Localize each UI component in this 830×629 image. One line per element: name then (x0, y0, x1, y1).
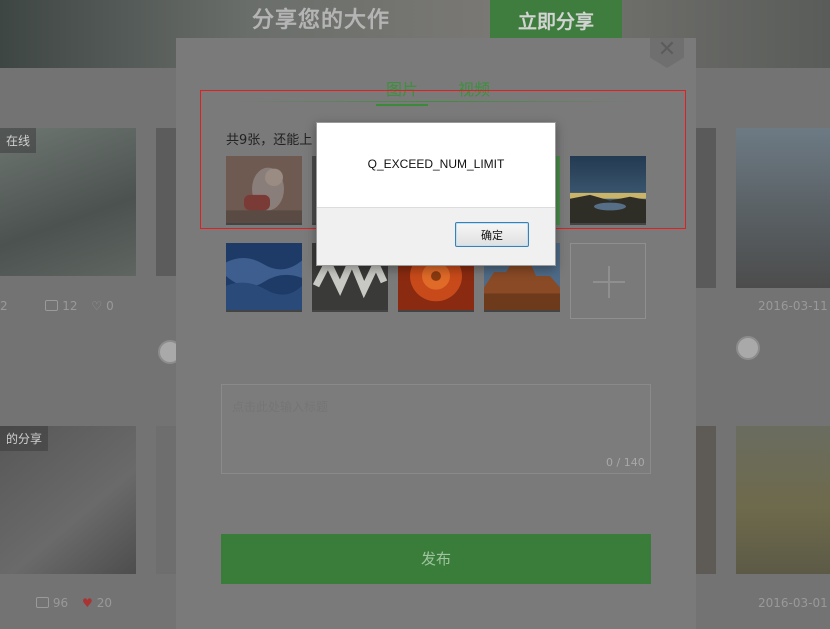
char-count: 0 / 140 (606, 456, 645, 469)
photo-thumbnail[interactable] (226, 243, 302, 312)
gallery-card[interactable]: 的分享 (0, 426, 136, 574)
ok-button[interactable]: 确定 (455, 222, 529, 247)
add-photo-button[interactable] (570, 243, 646, 319)
gallery-card[interactable] (696, 128, 716, 288)
comment-icon (35, 597, 49, 608)
alert-dialog: Q_EXCEED_NUM_LIMIT 确定 (316, 122, 556, 266)
gallery-card[interactable]: 在线 (0, 128, 136, 276)
title-input[interactable] (221, 384, 651, 474)
alert-footer: 确定 (317, 207, 555, 265)
gallery-card[interactable] (156, 128, 176, 276)
heart-icon[interactable]: ♡ (91, 299, 102, 313)
alert-message: Q_EXCEED_NUM_LIMIT (367, 157, 505, 171)
card-date: 2016-03-01 (758, 596, 828, 610)
publish-button[interactable]: 发布 (221, 534, 651, 584)
close-icon[interactable]: ✕ (650, 38, 684, 68)
card-date: 2016-03-11 (758, 299, 828, 313)
card-meta: 2 12 ♡ 0 (0, 299, 114, 313)
comment-icon (45, 300, 59, 311)
header-title: 分享您的大作 (252, 8, 391, 33)
share-now-button[interactable]: 立即分享 (490, 0, 622, 42)
gallery-card[interactable] (736, 128, 830, 288)
card-label: 在线 (0, 128, 37, 153)
gallery-card[interactable] (156, 426, 176, 574)
heart-icon[interactable]: ♥ (82, 596, 93, 610)
card-label: 的分享 (0, 426, 49, 451)
avatar[interactable] (736, 336, 760, 360)
gallery-card[interactable] (696, 426, 716, 574)
card-meta: 96 ♥ 20 (0, 596, 112, 610)
gallery-card[interactable] (736, 426, 830, 574)
